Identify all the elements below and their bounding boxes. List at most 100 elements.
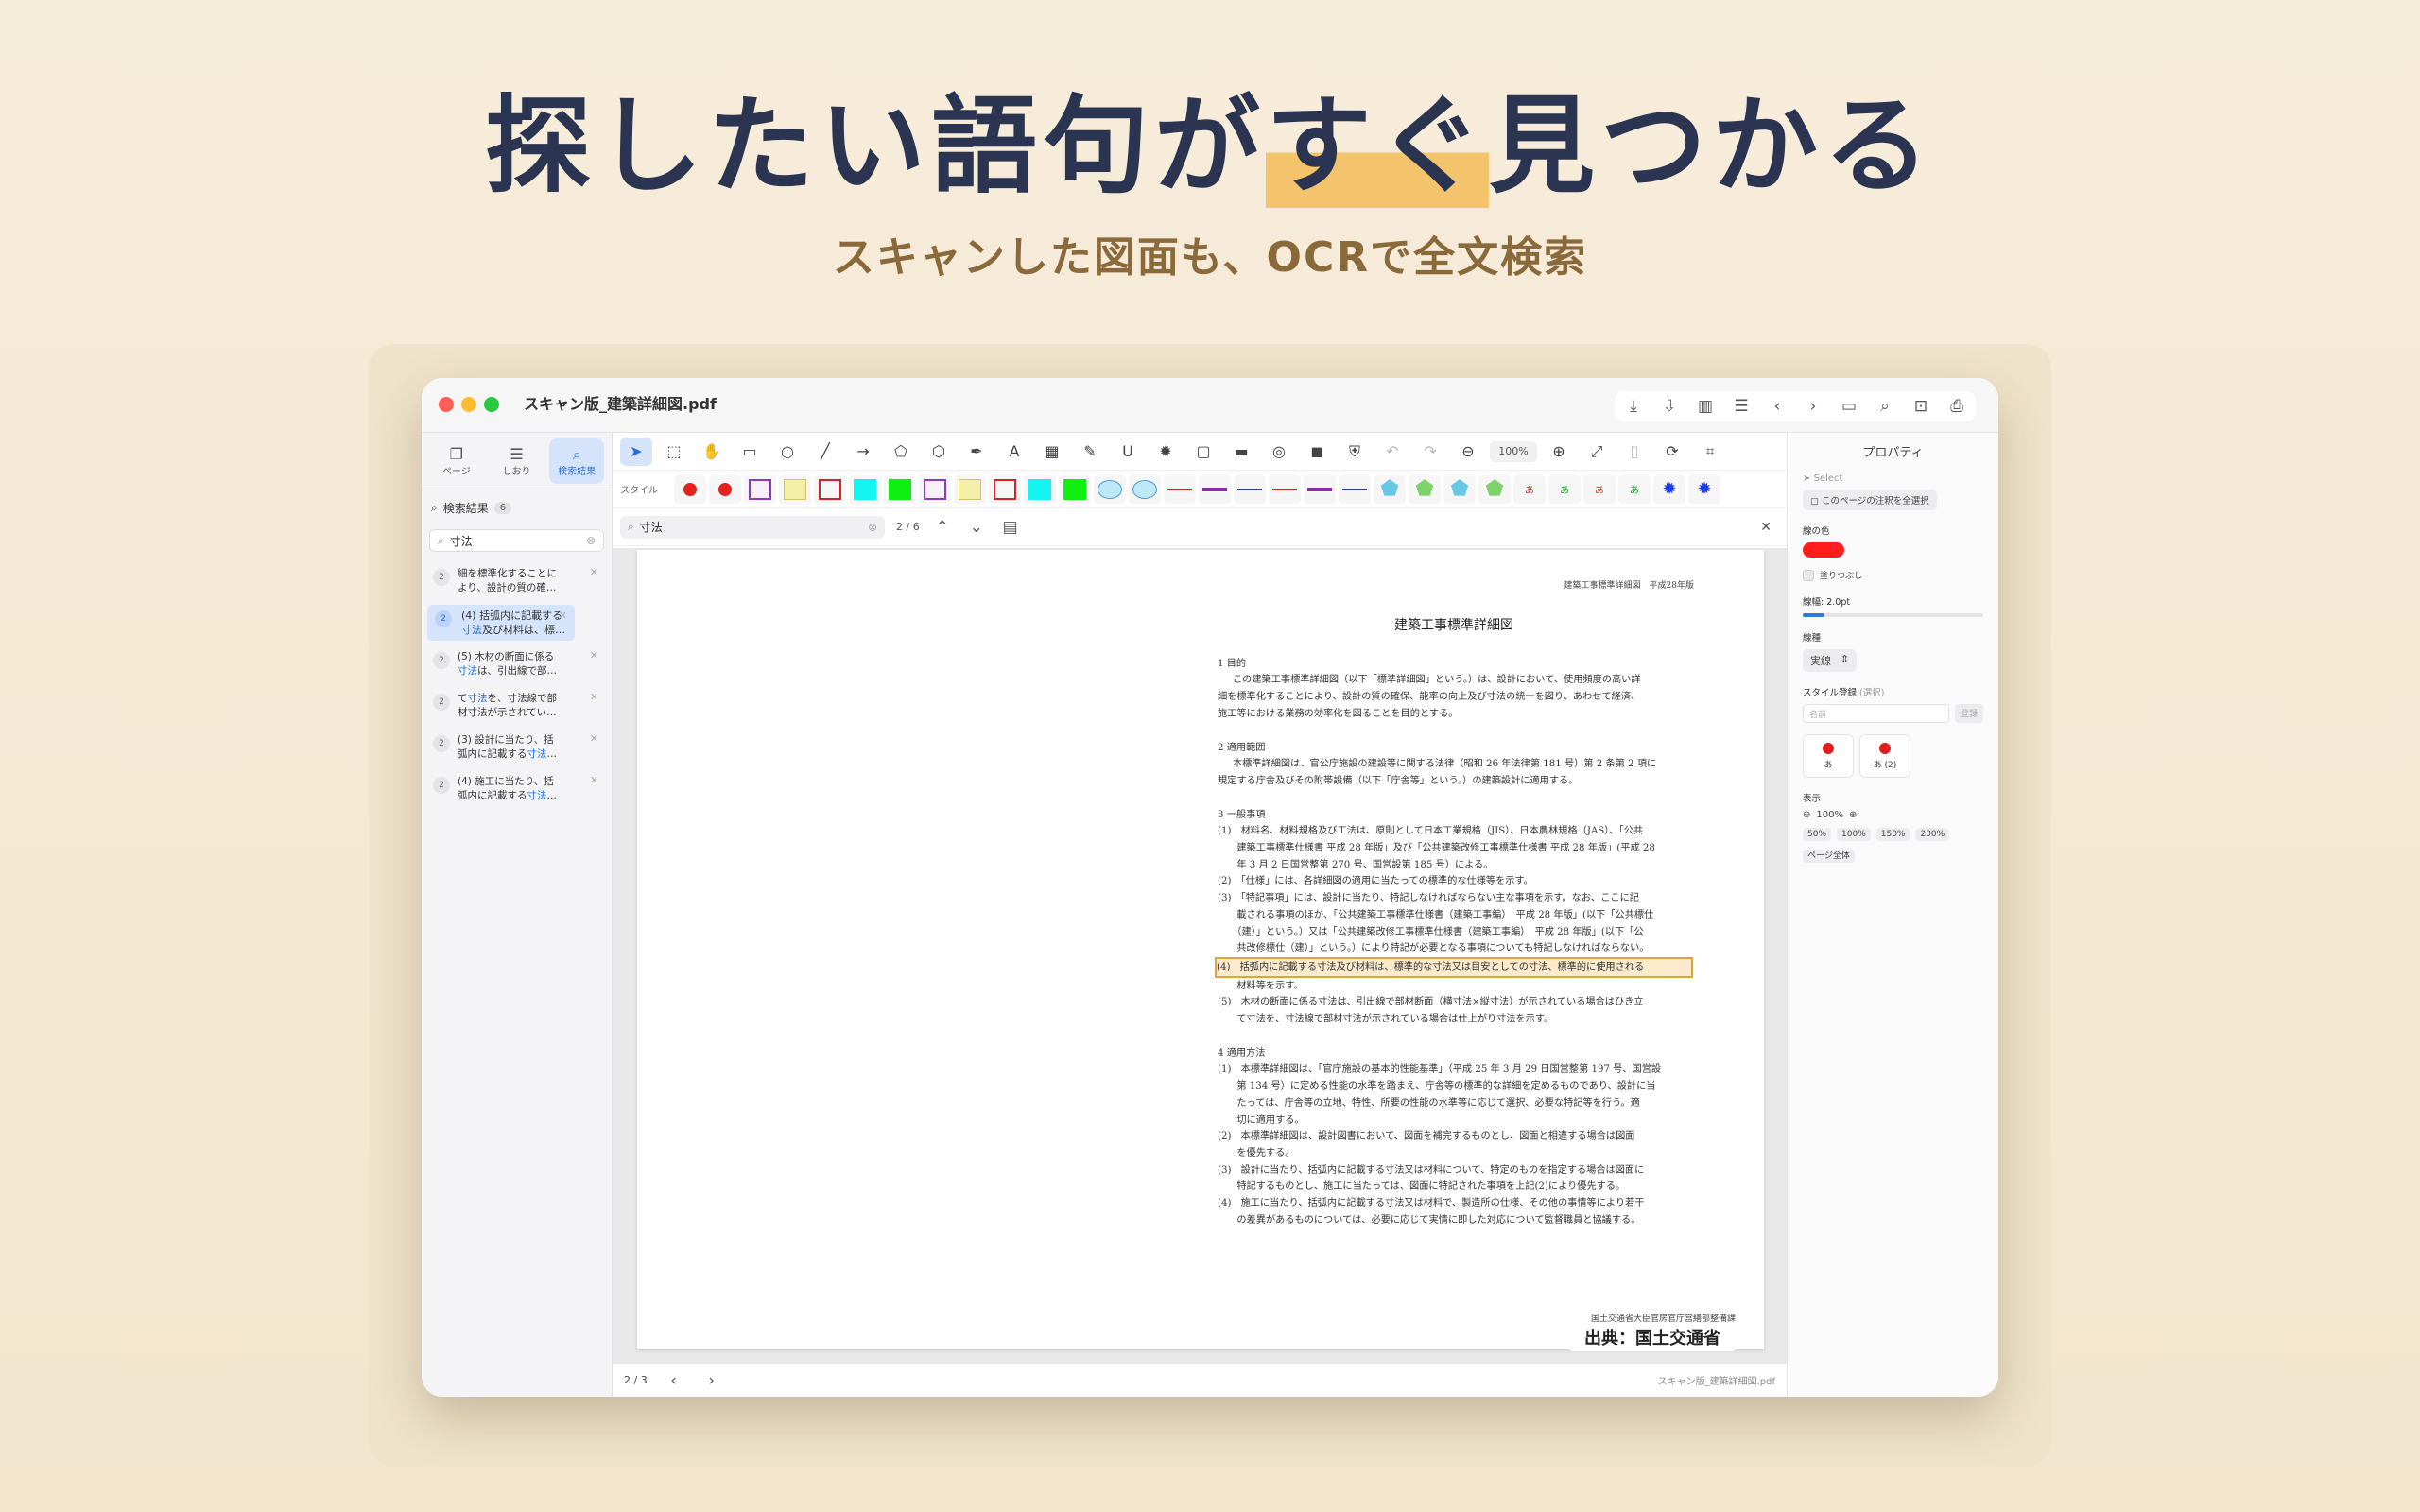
zoom-preset-button[interactable]: 100% — [1837, 828, 1871, 841]
preset-red-box[interactable] — [814, 474, 846, 504]
select-all-annotations-button[interactable]: ▢ このページの注釈を全選択 — [1803, 490, 1937, 510]
document-viewer[interactable]: 建築工事標準詳細図 平成28年版 建築工事標準詳細図 1 目的 この建築工事標準… — [613, 548, 1787, 1363]
preset-green-box[interactable] — [1059, 474, 1091, 504]
underline-icon[interactable]: U — [1112, 438, 1144, 466]
preset-purple-line[interactable] — [1199, 474, 1231, 504]
preset-red-line[interactable] — [1269, 474, 1301, 504]
search-result-item[interactable]: 2 (4) 括弧内に記載する 寸法及び材料は、標… ✕ — [427, 605, 575, 641]
register-button[interactable]: 登録 — [1954, 704, 1983, 723]
zoom-in-icon[interactable]: ⊕ — [1543, 438, 1575, 466]
preset-blue-ellipse[interactable] — [1094, 474, 1126, 504]
preset-blue-stamp[interactable]: ✹ — [1688, 474, 1720, 504]
fit-icon[interactable]: ⤢ — [1581, 438, 1613, 466]
undo-icon[interactable]: ↶ — [1376, 438, 1409, 466]
saved-style-card[interactable]: あ (2) — [1859, 734, 1910, 778]
search-result-item[interactable]: 2 細を標準化することに より、設計の質の確… ✕ — [427, 561, 606, 601]
search-result-item[interactable]: 2 (5) 木材の断面に係る 寸法は、引出線で部… ✕ — [427, 644, 606, 684]
sidebar-toggle-icon[interactable]: ▥ — [1694, 395, 1717, 418]
find-options-icon[interactable]: ▤ — [999, 516, 1022, 539]
polygon-icon[interactable]: ⬡ — [923, 438, 955, 466]
comment-icon[interactable]: ▢ — [1187, 438, 1219, 466]
zoom-out-icon[interactable]: ⊖ — [1803, 810, 1810, 820]
rectangle-icon[interactable]: ▭ — [734, 438, 766, 466]
preset-green-text[interactable]: あ — [1618, 474, 1651, 504]
line-color-swatch[interactable] — [1803, 542, 1844, 558]
preset-yellow-box[interactable] — [954, 474, 986, 504]
preset-red-text[interactable]: あ — [1583, 474, 1616, 504]
dash-select[interactable]: 実線 ⇕ — [1803, 649, 1858, 672]
target-icon[interactable]: ◎ — [1263, 438, 1295, 466]
remove-icon[interactable]: ✕ — [590, 565, 598, 579]
ruler-icon[interactable]: ▬ — [1225, 438, 1257, 466]
zoom-preset-button[interactable]: 150% — [1876, 828, 1910, 841]
preset-green-text[interactable]: あ — [1548, 474, 1581, 504]
calendar-icon[interactable]: ▦ — [1036, 438, 1068, 466]
search-result-item[interactable]: 2 (3) 設計に当たり、括 弧内に記載する寸法… ✕ — [427, 728, 606, 767]
tab-bookmarks[interactable]: ☰ しおり — [490, 438, 544, 484]
remove-icon[interactable]: ✕ — [590, 690, 598, 704]
zoom-window-button[interactable] — [484, 397, 499, 412]
remove-icon[interactable]: ✕ — [590, 648, 598, 662]
highlighter-icon[interactable]: ✎ — [1074, 438, 1106, 466]
preset-red-text[interactable]: あ — [1513, 474, 1546, 504]
zoom-level[interactable]: 100% — [1490, 440, 1537, 462]
search-icon[interactable]: ⌕ — [1874, 395, 1896, 418]
zoom-in-icon[interactable]: ⊕ — [1849, 810, 1857, 820]
preset-cyan-pentagon[interactable]: ⬟ — [1374, 474, 1406, 504]
text-icon[interactable]: A — [998, 438, 1030, 466]
preset-green-pentagon[interactable]: ⬟ — [1409, 474, 1441, 504]
import-icon[interactable]: ⇩ — [1658, 395, 1681, 418]
rotate-icon[interactable]: ⟳ — [1656, 438, 1688, 466]
tab-pages[interactable]: ❐ ページ — [429, 438, 484, 484]
next-match-icon[interactable]: ⌄ — [965, 516, 988, 539]
zoom-preset-button[interactable]: 50% — [1803, 828, 1832, 841]
pointer-tool-icon[interactable]: ➤ — [620, 437, 652, 466]
saved-style-card[interactable]: あ — [1803, 734, 1854, 778]
remove-icon[interactable]: ✕ — [559, 609, 567, 623]
find-input[interactable]: ⌕ 寸法 ⊗ — [620, 515, 885, 539]
redo-icon[interactable]: ↷ — [1414, 438, 1446, 466]
pen-icon[interactable]: ✒ — [960, 438, 993, 466]
ocr-icon[interactable]: ⊡ — [1910, 395, 1932, 418]
back-icon[interactable]: ‹ — [1766, 395, 1789, 418]
preset-blue-ellipse[interactable] — [1129, 474, 1161, 504]
preset-purple-box[interactable] — [744, 474, 776, 504]
preset-blue-stamp[interactable]: ✹ — [1653, 474, 1685, 504]
download-icon[interactable]: ⤓ — [1622, 395, 1645, 418]
share-icon[interactable]: ▭ — [1838, 395, 1860, 418]
line-width-slider[interactable] — [1803, 613, 1983, 617]
stamp-icon[interactable]: ✹ — [1150, 438, 1182, 466]
preset-green-pentagon[interactable]: ⬟ — [1478, 474, 1511, 504]
preset-red-dot[interactable] — [709, 474, 741, 504]
search-result-item[interactable]: 2 て寸法を、寸法線で部 材寸法が示されてい… ✕ — [427, 686, 606, 726]
preset-blue-line[interactable] — [1339, 474, 1371, 504]
preset-green-box[interactable] — [884, 474, 916, 504]
search-hit-highlight[interactable]: (4) 括弧内に記載する寸法及び材料は、標準的な寸法又は目安としての寸法、標準的… — [1215, 956, 1693, 978]
select-area-icon[interactable]: ⬚ — [658, 438, 690, 466]
search-result-item[interactable]: 2 (4) 施工に当たり、括 弧内に記載する寸法… ✕ — [427, 769, 606, 809]
preset-cyan-box[interactable] — [1024, 474, 1056, 504]
style-name-input[interactable]: 名前 — [1803, 704, 1949, 723]
fill-checkbox[interactable] — [1803, 569, 1814, 581]
pentagon-icon[interactable]: ⬠ — [885, 438, 917, 466]
preset-blue-line[interactable] — [1234, 474, 1266, 504]
next-page-icon[interactable]: › — [700, 1369, 723, 1392]
minimize-window-button[interactable] — [461, 397, 476, 412]
clear-icon[interactable]: ⊗ — [586, 534, 596, 547]
hand-icon[interactable]: ✋ — [696, 438, 728, 466]
close-window-button[interactable] — [439, 397, 454, 412]
print-icon[interactable]: ⎙ — [1945, 395, 1968, 418]
shield-icon[interactable]: ⛨ — [1339, 438, 1371, 466]
fit-page-button[interactable]: ページ全体 — [1803, 850, 1855, 863]
camera-icon[interactable]: ◼ — [1301, 438, 1333, 466]
preset-red-line[interactable] — [1164, 474, 1196, 504]
zoom-out-icon[interactable]: ⊖ — [1452, 438, 1484, 466]
remove-icon[interactable]: ✕ — [590, 773, 598, 787]
preset-yellow-box[interactable] — [779, 474, 811, 504]
preset-cyan-box[interactable] — [849, 474, 881, 504]
sliders-icon[interactable]: ☰ — [1730, 395, 1753, 418]
lock-icon[interactable]: ▯ — [1618, 438, 1651, 466]
preset-purple-box[interactable] — [919, 474, 951, 504]
arrow-icon[interactable]: → — [847, 438, 879, 466]
crop-icon[interactable]: ⌗ — [1694, 438, 1726, 466]
